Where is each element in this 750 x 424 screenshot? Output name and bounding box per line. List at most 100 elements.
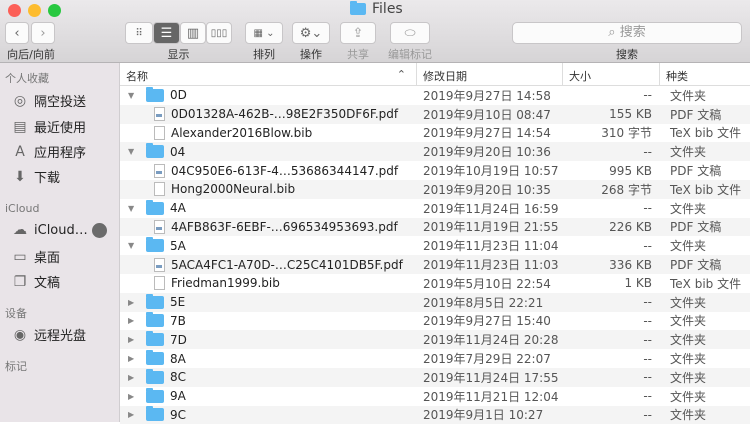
folder-icon bbox=[146, 368, 164, 384]
file-kind: 文件夹 bbox=[670, 370, 707, 385]
table-row[interactable]: ▶ 7D 2019年11月24日 20:28 -- 文件夹 bbox=[120, 330, 750, 350]
table-row[interactable]: ▶ 9C 2019年9月1日 10:27 -- 文件夹 bbox=[120, 405, 750, 424]
zoom-button[interactable] bbox=[48, 4, 61, 17]
table-row[interactable]: Friedman1999.bib 2019年5月10日 22:54 1 KB T… bbox=[120, 274, 750, 293]
table-row[interactable]: Alexander2016Blow.bib 2019年9月27日 14:54 3… bbox=[120, 124, 750, 143]
table-row[interactable]: ▶ 8C 2019年11月24日 17:55 -- 文件夹 bbox=[120, 367, 750, 387]
file-size: 1 KB bbox=[624, 276, 652, 291]
disclosure-closed-icon[interactable]: ▶ bbox=[128, 373, 138, 382]
table-row[interactable]: ▼ 04 2019年9月20日 10:36 -- 文件夹 bbox=[120, 142, 750, 162]
action-label: 操作 bbox=[300, 48, 322, 61]
folder-icon bbox=[146, 86, 164, 102]
gallery-view-button[interactable]: ▯▯▯ bbox=[206, 22, 232, 44]
modified-date: 2019年9月1日 10:27 bbox=[423, 408, 544, 423]
column-view-button[interactable]: ▥ bbox=[180, 22, 206, 44]
sidebar-item-airdrop[interactable]: ◎ 隔空投送 bbox=[12, 91, 86, 111]
file-name: Friedman1999.bib bbox=[171, 276, 280, 291]
sidebar: 个人收藏 ◎ 隔空投送 ▤ 最近使用 A 应用程序 ⬇ 下载 iCloud ☁ iClou… bbox=[0, 63, 120, 422]
pdf-file-icon bbox=[154, 257, 165, 272]
disclosure-closed-icon[interactable]: ▶ bbox=[128, 335, 138, 344]
action-button[interactable]: ⚙⌄ bbox=[292, 22, 330, 44]
file-kind: TeX bib 文件 bbox=[670, 276, 742, 291]
search-label: 搜索 bbox=[616, 48, 638, 61]
bib-file-icon bbox=[154, 276, 165, 291]
file-name: 7B bbox=[170, 313, 186, 328]
file-size: 336 KB bbox=[609, 257, 652, 272]
table-row[interactable]: 4AFB863F-6EBF-…696534953693.pdf 2019年11月… bbox=[120, 217, 750, 237]
modified-date: 2019年9月20日 10:35 bbox=[423, 182, 551, 197]
disclosure-closed-icon[interactable]: ▶ bbox=[128, 410, 138, 419]
file-kind: PDF 文稿 bbox=[670, 220, 722, 235]
table-row[interactable]: 0D01328A-462B-…98E2F350DF6F.pdf 2019年9月1… bbox=[120, 104, 750, 124]
table-row[interactable]: ▶ 5E 2019年8月5日 22:21 -- 文件夹 bbox=[120, 292, 750, 312]
disclosure-closed-icon[interactable]: ▶ bbox=[128, 392, 138, 401]
table-row[interactable]: Hong2000Neural.bib 2019年9月20日 10:35 268 … bbox=[120, 179, 750, 199]
modified-date: 2019年11月19日 21:55 bbox=[423, 220, 559, 235]
disclosure-closed-icon[interactable]: ▶ bbox=[128, 298, 138, 307]
table-row[interactable]: ▼ 5A 2019年11月23日 11:04 -- 文件夹 bbox=[120, 236, 750, 255]
tag-button[interactable]: ⬭ bbox=[390, 22, 430, 44]
sidebar-item-remote-disc[interactable]: ◉ 远程光盘 bbox=[12, 325, 86, 345]
file-kind: TeX bib 文件 bbox=[670, 182, 742, 197]
file-size: -- bbox=[643, 351, 652, 366]
search-icon: ⌕ bbox=[608, 25, 620, 40]
table-row[interactable]: ▶ 8A 2019年7月29日 22:07 -- 文件夹 bbox=[120, 349, 750, 368]
sidebar-item-icloud-drive[interactable]: ☁ iCloud… bbox=[12, 222, 88, 238]
file-size: 995 KB bbox=[609, 163, 652, 178]
toolbar: Files ‹ › 向后/向前 ⠿ ☰ ▥ ▯▯▯ 显示 ▦ ⌄ 排列 ⚙⌄ 操… bbox=[0, 0, 750, 63]
forward-button[interactable]: › bbox=[31, 22, 55, 44]
window-title: Files bbox=[350, 1, 403, 17]
file-size: 268 字节 bbox=[601, 182, 652, 197]
file-name: Hong2000Neural.bib bbox=[171, 182, 296, 197]
table-row[interactable]: ▼ 4A 2019年11月24日 16:59 -- 文件夹 bbox=[120, 199, 750, 218]
close-button[interactable] bbox=[8, 4, 21, 17]
table-row[interactable]: ▶ 7B 2019年9月27日 15:40 -- 文件夹 bbox=[120, 312, 750, 331]
disclosure-open-icon[interactable]: ▼ bbox=[128, 204, 138, 213]
file-size: 226 KB bbox=[609, 219, 652, 234]
disclosure-closed-icon[interactable]: ▶ bbox=[128, 354, 138, 363]
disclosure-open-icon[interactable]: ▼ bbox=[128, 91, 138, 100]
file-size: -- bbox=[643, 201, 652, 216]
modified-date: 2019年9月20日 10:36 bbox=[423, 145, 551, 160]
sidebar-item-applications[interactable]: A 应用程序 bbox=[12, 142, 86, 162]
icon-view-button[interactable]: ⠿ bbox=[125, 22, 153, 44]
tags-header: 标记 bbox=[5, 360, 27, 373]
minimize-button[interactable] bbox=[28, 4, 41, 17]
back-button[interactable]: ‹ bbox=[5, 22, 29, 44]
devices-header: 设备 bbox=[5, 307, 27, 320]
column-header-size[interactable]: 大小 bbox=[563, 63, 660, 85]
file-size: -- bbox=[643, 389, 652, 404]
file-name: 7D bbox=[170, 332, 187, 347]
folder-icon bbox=[146, 331, 164, 347]
modified-date: 2019年7月29日 22:07 bbox=[423, 352, 551, 367]
sidebar-item-recents[interactable]: ▤ 最近使用 bbox=[12, 117, 86, 137]
column-header-kind[interactable]: 种类 bbox=[660, 63, 750, 85]
table-row[interactable]: ▶ 9A 2019年11月21日 12:04 -- 文件夹 bbox=[120, 387, 750, 406]
bib-file-icon bbox=[154, 182, 165, 197]
file-kind: PDF 文稿 bbox=[670, 107, 722, 122]
folder-icon bbox=[146, 237, 164, 253]
file-name: 8A bbox=[170, 351, 186, 366]
folder-icon bbox=[146, 143, 164, 159]
file-size: 155 KB bbox=[609, 107, 652, 122]
airdrop-icon: ◎ bbox=[13, 92, 27, 109]
column-header-name[interactable]: 名称 ⌃ bbox=[120, 63, 417, 85]
disclosure-open-icon[interactable]: ▼ bbox=[128, 147, 138, 156]
sidebar-item-documents[interactable]: ❐ 文稿 bbox=[12, 272, 60, 292]
documents-icon: ❐ bbox=[13, 273, 27, 290]
sidebar-item-desktop[interactable]: ▭ 桌面 bbox=[12, 247, 60, 267]
arrange-button[interactable]: ▦ ⌄ bbox=[245, 22, 283, 44]
search-input[interactable]: ⌕ 搜索 bbox=[512, 22, 742, 44]
sidebar-item-downloads[interactable]: ⬇ 下载 bbox=[12, 167, 60, 187]
applications-icon: A bbox=[15, 143, 25, 160]
table-row[interactable]: ▼ 0D 2019年9月27日 14:58 -- 文件夹 bbox=[120, 86, 750, 105]
column-header-date[interactable]: 修改日期 bbox=[417, 63, 563, 85]
list-view-button[interactable]: ☰ bbox=[153, 22, 180, 44]
table-row[interactable]: 5ACA4FC1-A70D-…C25C4101DB5F.pdf 2019年11月… bbox=[120, 255, 750, 274]
disclosure-closed-icon[interactable]: ▶ bbox=[128, 316, 138, 325]
disclosure-open-icon[interactable]: ▼ bbox=[128, 241, 138, 250]
file-kind: 文件夹 bbox=[670, 88, 707, 103]
share-button[interactable]: ⇪ bbox=[340, 22, 376, 44]
table-row[interactable]: 04C950E6-613F-4…53686344147.pdf 2019年10月… bbox=[120, 161, 750, 180]
icloud-header: iCloud bbox=[5, 202, 40, 215]
